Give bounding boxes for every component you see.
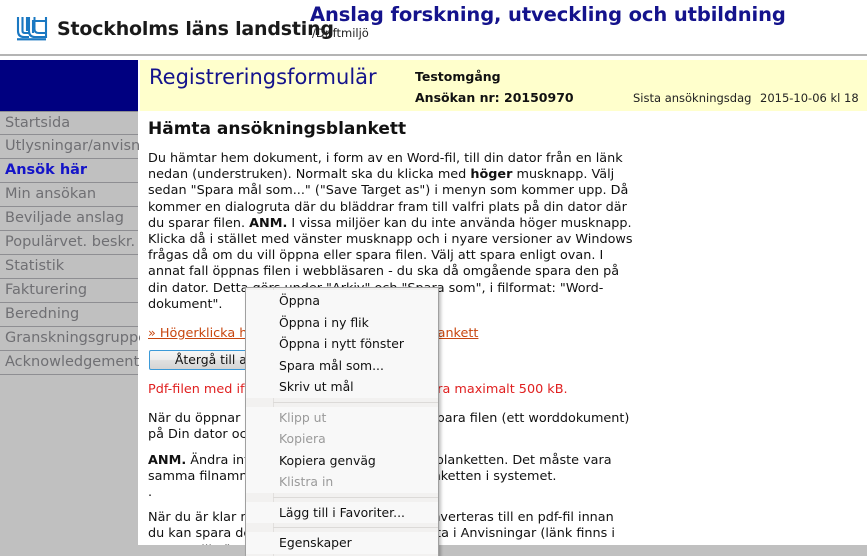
paragraph-dot: . xyxy=(148,485,153,501)
context-menu-item-kopiera-genväg[interactable]: Kopiera genväg xyxy=(246,449,438,471)
sidebar-item-label: Acknowledgement xyxy=(5,354,140,370)
context-menu-separator xyxy=(273,496,438,498)
sidebar-item-ans-k-h-r[interactable]: Ansök här xyxy=(0,159,138,183)
sidebar-item-label: Statistik xyxy=(5,258,65,274)
sidebar-item-label: Beviljade anslag xyxy=(5,210,124,226)
sll-logo-icon xyxy=(14,14,50,44)
sidebar-item-label: Ansök här xyxy=(5,162,88,178)
anm-label: ANM. xyxy=(148,452,187,468)
application-number: Ansökan nr: 20150970 xyxy=(415,90,574,105)
sidebar-item-label: Fakturering xyxy=(5,282,88,298)
intro-emph-hoger: höger xyxy=(470,167,513,183)
content-heading: Hämta ansökningsblankett xyxy=(148,119,407,139)
sidebar-item-beredning[interactable]: Beredning xyxy=(0,303,138,327)
sidebar-item-popul-rvet-beskr[interactable]: Populärvet. beskr. xyxy=(0,231,138,255)
sidebar-item-label: Utlysningar/anvisn. xyxy=(5,138,145,154)
form-header-bar: Registreringsformulär Testomgång Ansökan… xyxy=(140,60,867,111)
context-menu-item-lägg-till-i-favoriter[interactable]: Lägg till i Favoriter... xyxy=(246,501,438,523)
sidebar-item-label: Min ansökan xyxy=(5,186,97,202)
context-menu-item-spara-mål-som[interactable]: Spara mål som... xyxy=(246,354,438,376)
context-menu-item-kopiera: Kopiera xyxy=(246,428,438,450)
brand-logo-text: Stockholms läns landsting xyxy=(57,18,334,40)
context-menu-item-klistra-in: Klistra in xyxy=(246,471,438,493)
sidebar-item-label: Populärvet. beskr. xyxy=(5,234,136,250)
sidebar-header-block xyxy=(0,60,138,111)
context-menu-item-klipp-ut: Klipp ut xyxy=(246,406,438,428)
sidebar-item-label: Beredning xyxy=(5,306,80,322)
sidebar-item-statistik[interactable]: Statistik xyxy=(0,255,138,279)
sidebar-item-label: Startsida xyxy=(5,115,71,131)
context-menu-item-skriv-ut-mål[interactable]: Skriv ut mål xyxy=(246,376,438,398)
intro-emph-anm: ANM. xyxy=(249,215,288,231)
context-menu-separator xyxy=(273,527,438,528)
site-subtitle: /Driftmiljö xyxy=(312,26,369,40)
context-menu-item-öppna[interactable]: Öppna xyxy=(246,290,438,312)
site-title: Anslag forskning, utveckling och utbildn… xyxy=(310,3,786,26)
sidebar-item-utlysningar-anvisn[interactable]: Utlysningar/anvisn. xyxy=(0,135,145,159)
round-name: Testomgång xyxy=(415,69,501,84)
sidebar-item-acknowledgement[interactable]: Acknowledgement xyxy=(0,351,140,375)
brand-logo[interactable]: Stockholms läns landsting xyxy=(14,14,334,44)
sidebar-item-granskningsgrupper[interactable]: Granskningsgrupper xyxy=(0,327,153,351)
context-menu-item-öppna-i-ny-flik[interactable]: Öppna i ny flik xyxy=(246,311,438,333)
deadline-label: Sista ansökningsdag xyxy=(633,91,752,105)
context-menu-item-egenskaper[interactable]: Egenskaper xyxy=(246,532,438,554)
sidebar-item-beviljade-anslag[interactable]: Beviljade anslag xyxy=(0,207,138,231)
page-root: Stockholms läns landsting Anslag forskni… xyxy=(0,0,867,556)
sidebar-item-startsida[interactable]: Startsida xyxy=(0,111,138,135)
browser-context-menu[interactable]: Öppna Öppna i ny flik Öppna i nytt fönster… xyxy=(245,287,439,556)
sidebar-item-min-ans-kan[interactable]: Min ansökan xyxy=(0,183,138,207)
sidebar-item-fakturering[interactable]: Fakturering xyxy=(0,279,138,303)
page-title: Registreringsformulär xyxy=(149,65,377,89)
sidebar-navigation: Startsida Utlysningar/anvisn. Ansök här Min… xyxy=(0,111,153,556)
context-menu-separator xyxy=(273,401,438,403)
context-menu-item-öppna-i-nytt-fönster[interactable]: Öppna i nytt fönster xyxy=(246,333,438,355)
top-banner: Stockholms läns landsting Anslag forskni… xyxy=(0,0,867,56)
sidebar-item-label: Granskningsgrupper xyxy=(5,330,154,346)
deadline-value: 2015-10-06 kl 18 xyxy=(760,91,859,105)
